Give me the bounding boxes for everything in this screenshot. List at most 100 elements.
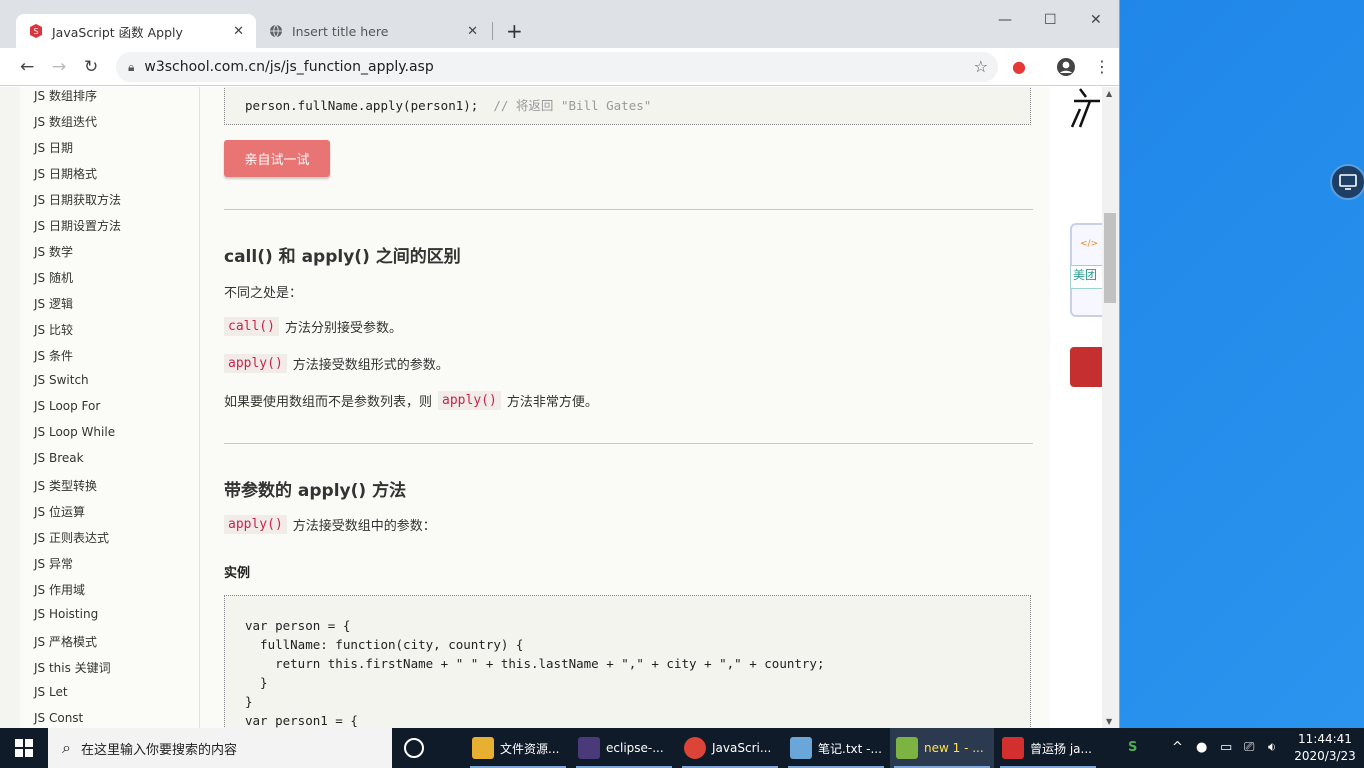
sidebar-item[interactable]: JS 正则表达式: [34, 529, 109, 546]
sidebar-item[interactable]: JS 日期格式: [34, 165, 97, 182]
inline-code: apply(): [224, 515, 287, 534]
inline-code: apply(): [438, 391, 501, 410]
scroll-thumb[interactable]: [1104, 213, 1116, 303]
sidebar-item[interactable]: JS Hoisting: [34, 607, 98, 621]
sidebar-item[interactable]: JS 日期设置方法: [34, 217, 121, 234]
sidebar-item[interactable]: JS 比较: [34, 321, 73, 338]
close-tab-icon[interactable]: ✕: [467, 24, 478, 39]
tab-insert-title[interactable]: Insert title here ✕: [258, 14, 490, 48]
page-content: JS 数组排序 JS 数组迭代 JS 日期 JS 日期格式 JS 日期获取方法 …: [0, 87, 1119, 728]
floating-screen-icon[interactable]: [1330, 164, 1364, 200]
paragraph-text: 如果要使用数组而不是参数列表，则: [224, 395, 433, 410]
paragraph-text: 方法接受数组形式的参数。: [292, 358, 449, 373]
ad-brand: 美团: [1070, 265, 1102, 289]
code-line: }: [245, 675, 268, 690]
divider: [224, 209, 1033, 210]
scroll-down-icon[interactable]: ▼: [1106, 717, 1112, 726]
sidebar-item[interactable]: JS 数组迭代: [34, 113, 97, 130]
taskbar-eclipse[interactable]: eclipse-...: [572, 728, 676, 768]
code-line: return this.firstName + " " + this.lastN…: [245, 656, 825, 671]
paragraph-text: 方法接受数组中的参数：: [292, 519, 436, 534]
paragraph-array: 如果要使用数组而不是参数列表，则 apply() 方法非常方便。: [224, 391, 598, 410]
chevron-up-icon[interactable]: ^: [1172, 740, 1183, 755]
taskbar-notepadpp[interactable]: new 1 - ...: [890, 728, 994, 768]
close-tab-icon[interactable]: ✕: [233, 24, 244, 39]
network-icon[interactable]: ⎚: [1244, 740, 1254, 755]
scroll-up-icon[interactable]: ▲: [1106, 89, 1112, 98]
tab-separator: [492, 22, 493, 40]
taskbar-live[interactable]: 曾运扬 ja...: [996, 728, 1100, 768]
taskbar-clock[interactable]: 11:44:41 2020/3/23: [1290, 731, 1360, 765]
sidebar-item[interactable]: JS Loop For: [34, 399, 100, 413]
taskbar: ⌕ 在这里输入你要搜索的内容 文件资源... eclipse-... JavaS…: [0, 728, 1364, 768]
back-arrow-icon[interactable]: ←: [20, 57, 34, 77]
taskbar-label: new 1 - ...: [924, 741, 984, 755]
sidebar-item[interactable]: JS Let: [34, 685, 68, 699]
reload-icon[interactable]: ↻: [84, 57, 98, 77]
sidebar-item[interactable]: JS Switch: [34, 373, 89, 387]
menu-dots-icon[interactable]: ⋮: [1094, 57, 1110, 76]
taskbar-label: 笔记.txt -...: [818, 741, 882, 756]
sidebar-item[interactable]: JS 日期: [34, 139, 73, 156]
keyboard-tray-icon[interactable]: ▭: [1220, 740, 1232, 755]
sidebar-item[interactable]: JS this 关键词: [34, 659, 111, 676]
notepadpp-icon: [896, 737, 918, 759]
paragraph-apply-args: apply() 方法接受数组中的参数：: [224, 515, 436, 534]
address-bar[interactable]: 🔒︎ w3school.com.cn/js/js_function_apply.…: [116, 52, 998, 82]
try-it-button[interactable]: 亲自试一试: [224, 140, 330, 177]
divider: [224, 443, 1033, 444]
code-line: var person = {: [245, 618, 351, 633]
taskbar-chrome[interactable]: JavaScri...: [678, 728, 782, 768]
qq-tray-icon[interactable]: ●: [1196, 740, 1207, 755]
paragraph-apply: apply() 方法接受数组形式的参数。: [224, 354, 449, 373]
clock-date: 2020/3/23: [1294, 749, 1356, 763]
page-scrollbar[interactable]: ▲ ▼: [1102, 87, 1119, 728]
taskbar-label: JavaScri...: [712, 741, 772, 755]
sidebar-item[interactable]: JS 日期获取方法: [34, 191, 121, 208]
ad-glyph-icon: [1070, 88, 1100, 128]
taskbar-label: 曾运扬 ja...: [1030, 741, 1092, 756]
search-icon: ⌕: [62, 738, 71, 757]
folder-icon: [472, 737, 494, 759]
volume-icon[interactable]: 🔉︎: [1268, 740, 1276, 755]
profile-avatar-icon[interactable]: [1056, 57, 1076, 81]
close-window-icon[interactable]: ✕: [1090, 12, 1102, 28]
taskbar-label: eclipse-...: [606, 741, 664, 755]
extension-drop-icon[interactable]: ●: [1012, 57, 1026, 76]
taskbar-file-explorer[interactable]: 文件资源...: [466, 728, 570, 768]
ad-red-button[interactable]: [1070, 347, 1102, 387]
chrome-icon: [684, 737, 706, 759]
cortana-icon[interactable]: [404, 738, 424, 758]
sidebar-item[interactable]: JS 逻辑: [34, 295, 73, 312]
taskbar-notepad[interactable]: 笔记.txt -...: [784, 728, 888, 768]
paragraph-text: 方法分别接受参数。: [284, 321, 402, 336]
paragraph-text: 方法非常方便。: [506, 395, 598, 410]
browser-toolbar: ← → ↻ 🔒︎ w3school.com.cn/js/js_function_…: [0, 48, 1119, 86]
tab-javascript-apply[interactable]: S JavaScript 函数 Apply ✕: [16, 14, 256, 48]
sidebar-item[interactable]: JS 位运算: [34, 503, 85, 520]
paragraph-call: call() 方法分别接受参数。: [224, 317, 402, 336]
sidebar-item[interactable]: JS 随机: [34, 269, 73, 286]
forward-arrow-icon[interactable]: →: [52, 57, 66, 77]
sidebar-item[interactable]: JS 异常: [34, 555, 73, 572]
sidebar-item[interactable]: JS 数组排序: [34, 87, 97, 104]
taskbar-search[interactable]: ⌕ 在这里输入你要搜索的内容: [48, 728, 392, 768]
sidebar-item[interactable]: JS 类型转换: [34, 477, 97, 494]
code-tag-icon: </>: [1080, 239, 1099, 249]
sidebar-item[interactable]: JS 严格模式: [34, 633, 97, 650]
minimize-icon[interactable]: —: [998, 12, 1012, 28]
new-tab-button[interactable]: +: [506, 20, 523, 42]
sidebar-item[interactable]: JS Break: [34, 451, 84, 465]
inline-code: call(): [224, 317, 279, 336]
advertisement[interactable]: </> 美团: [1050, 87, 1102, 728]
maximize-icon[interactable]: ☐: [1044, 12, 1057, 28]
sidebar-item[interactable]: JS 数学: [34, 243, 73, 260]
wps-tray-icon[interactable]: S: [1128, 740, 1137, 755]
sidebar-item[interactable]: JS 条件: [34, 347, 73, 364]
sidebar-item[interactable]: JS Loop While: [34, 425, 115, 439]
tab-strip: S JavaScript 函数 Apply ✕ Insert title her…: [0, 0, 1119, 48]
windows-start-button[interactable]: [0, 728, 48, 768]
sidebar-item[interactable]: JS 作用域: [34, 581, 85, 598]
sidebar-item[interactable]: JS Const: [34, 711, 83, 725]
bookmark-star-icon[interactable]: ☆: [974, 57, 988, 76]
